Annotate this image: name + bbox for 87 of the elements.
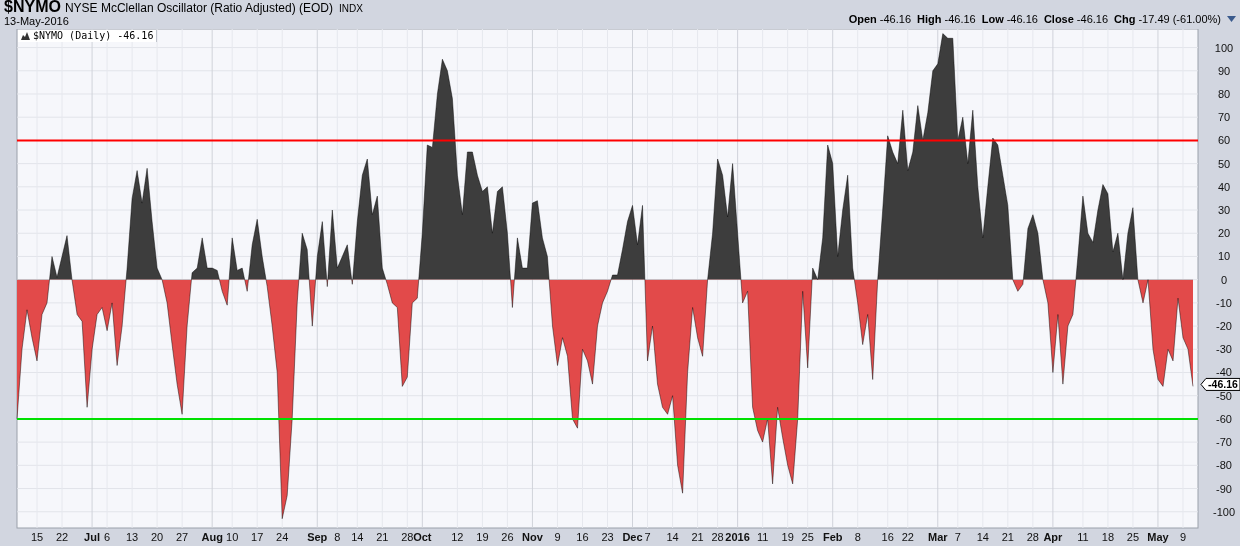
x-axis-label: 25	[1126, 531, 1140, 543]
x-axis-label: 9	[554, 531, 561, 543]
y-axis-label: -20	[1216, 320, 1232, 333]
y-axis-label: 20	[1217, 227, 1231, 240]
y-axis-label: 80	[1217, 88, 1231, 100]
y-axis-label: -50	[1216, 389, 1232, 402]
x-axis-label: 15	[30, 531, 44, 543]
x-axis-label: 20	[151, 531, 164, 543]
quote-value: -46.16	[879, 11, 912, 27]
caret-icon[interactable]	[1227, 15, 1236, 22]
x-axis-label: 21	[691, 531, 704, 543]
quote-value: -46.16	[1076, 11, 1109, 27]
y-axis-label: 50	[1217, 157, 1231, 170]
quote-value: -46.16	[944, 11, 976, 27]
quote-label: Chg	[1114, 11, 1136, 27]
x-axis-label: 19	[781, 531, 794, 543]
y-axis-label: 30	[1217, 204, 1231, 217]
x-axis-label: 10	[226, 531, 239, 543]
x-axis-label: Nov	[522, 531, 543, 543]
x-axis-label: 26	[501, 531, 514, 543]
y-axis-label: 90	[1217, 64, 1231, 77]
x-axis-label: 21	[376, 531, 389, 543]
y-axis-label: -40	[1216, 366, 1232, 379]
x-axis-label: 28	[1026, 531, 1039, 543]
quote-label: Close	[1043, 11, 1074, 27]
legend-text: $NYMO (Daily) -46.16	[33, 31, 154, 41]
x-axis-label: 11	[1077, 531, 1089, 543]
x-axis-label: 27	[176, 531, 189, 543]
x-axis-label: 22	[901, 531, 914, 543]
x-axis-label: 21	[1001, 531, 1014, 543]
x-axis-label: 2016	[725, 531, 750, 543]
quote-label: Low	[981, 11, 1004, 27]
x-axis-label: 8	[854, 531, 861, 543]
area-chart-icon	[21, 32, 30, 40]
x-axis-label: 28	[401, 531, 414, 543]
x-axis-label: 13	[125, 531, 139, 543]
y-axis-label: 0	[1220, 273, 1228, 286]
x-axis-label: Aug	[201, 531, 223, 543]
x-axis-label: Feb	[822, 531, 843, 543]
x-axis-label: 7	[954, 531, 961, 543]
x-axis-label: 16	[576, 531, 589, 543]
x-axis-label: 16	[881, 531, 894, 543]
x-axis-label: 14	[666, 531, 679, 543]
quote-value: -17.49 (-61.00%)	[1138, 11, 1221, 27]
x-axis-label: 25	[801, 531, 814, 543]
x-axis-label: Jul	[84, 531, 100, 543]
x-axis-label: 11	[756, 531, 769, 543]
y-axis-label: -80	[1216, 459, 1232, 472]
y-axis-label: 60	[1217, 134, 1231, 147]
x-axis-label: Apr	[1043, 531, 1063, 543]
x-axis-label: 14	[351, 531, 364, 543]
y-axis-label: 100	[1214, 41, 1234, 54]
x-axis-label: 7	[644, 531, 651, 543]
y-axis-label: 40	[1217, 180, 1231, 193]
price-tag: -46.16	[1200, 377, 1240, 391]
y-axis-label: -90	[1216, 482, 1232, 495]
x-axis-label: 9	[1179, 531, 1187, 543]
y-axis-label: -10	[1216, 296, 1232, 309]
x-axis-label: May	[1147, 531, 1169, 543]
y-axis-label: -30	[1216, 343, 1232, 356]
y-axis-label: 10	[1217, 250, 1231, 263]
y-axis-label: -70	[1216, 436, 1232, 449]
x-axis-label: 14	[976, 531, 989, 543]
x-axis-label: Oct	[413, 531, 432, 543]
exchange-label: INDX	[339, 4, 363, 14]
x-axis-label: Sep	[307, 531, 328, 543]
x-axis-label: 23	[601, 531, 614, 543]
x-axis-label: 8	[334, 531, 341, 543]
x-axis-label: 22	[55, 531, 69, 543]
chart-title: NYSE McClellan Oscillator (Ratio Adjusted) (EOD)	[64, 2, 333, 14]
x-axis-label: 6	[104, 531, 111, 543]
x-axis-label: Mar	[928, 531, 948, 543]
quote-label: Open	[848, 11, 877, 27]
chart-date: 13-May-2016	[4, 16, 70, 27]
x-axis-label: 18	[1101, 531, 1115, 543]
x-axis-label: 28	[711, 531, 724, 543]
y-axis-label: -60	[1216, 412, 1232, 425]
x-axis-label: 24	[276, 531, 289, 543]
x-axis-label: 12	[451, 531, 464, 543]
x-axis-label: 19	[476, 531, 489, 543]
y-axis-label: 70	[1217, 111, 1231, 124]
quote-value: -46.16	[1006, 11, 1038, 27]
quote-label: High	[917, 11, 942, 27]
x-axis-label: 17	[251, 531, 264, 543]
x-axis-label: Dec	[622, 531, 643, 543]
y-axis-label: -100	[1213, 505, 1235, 518]
chart-symbol: $NYMO	[4, 0, 61, 15]
